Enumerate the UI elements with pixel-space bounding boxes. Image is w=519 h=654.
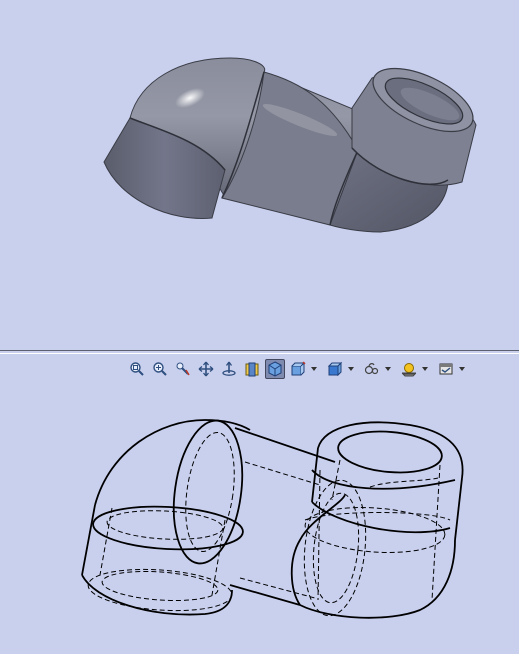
edit-appearance-dropdown-icon[interactable] [385,359,391,379]
view-settings-icon[interactable] [436,359,456,379]
shaded-part-model[interactable] [0,0,519,350]
edit-appearance-icon[interactable] [362,359,382,379]
zoom-to-fit-icon[interactable] [127,359,147,379]
view-settings-dropdown-icon[interactable] [459,359,465,379]
heads-up-view-toolbar [127,358,465,380]
pan-icon[interactable] [196,359,216,379]
section-view-icon[interactable] [242,359,262,379]
apply-scene-icon[interactable] [399,359,419,379]
apply-scene-dropdown-icon[interactable] [422,359,428,379]
hide-show-items-icon[interactable] [325,359,345,379]
zoom-in-out-icon[interactable] [173,359,193,379]
hide-show-dropdown-icon[interactable] [348,359,354,379]
bottom-viewport[interactable] [0,354,519,654]
top-viewport[interactable] [0,0,519,350]
view-orientation-icon[interactable] [265,359,285,379]
wireframe-part-model[interactable] [0,354,519,654]
display-style-dropdown-icon[interactable] [311,359,317,379]
zoom-to-area-icon[interactable] [150,359,170,379]
display-style-icon[interactable] [288,359,308,379]
rotate-view-icon[interactable] [219,359,239,379]
